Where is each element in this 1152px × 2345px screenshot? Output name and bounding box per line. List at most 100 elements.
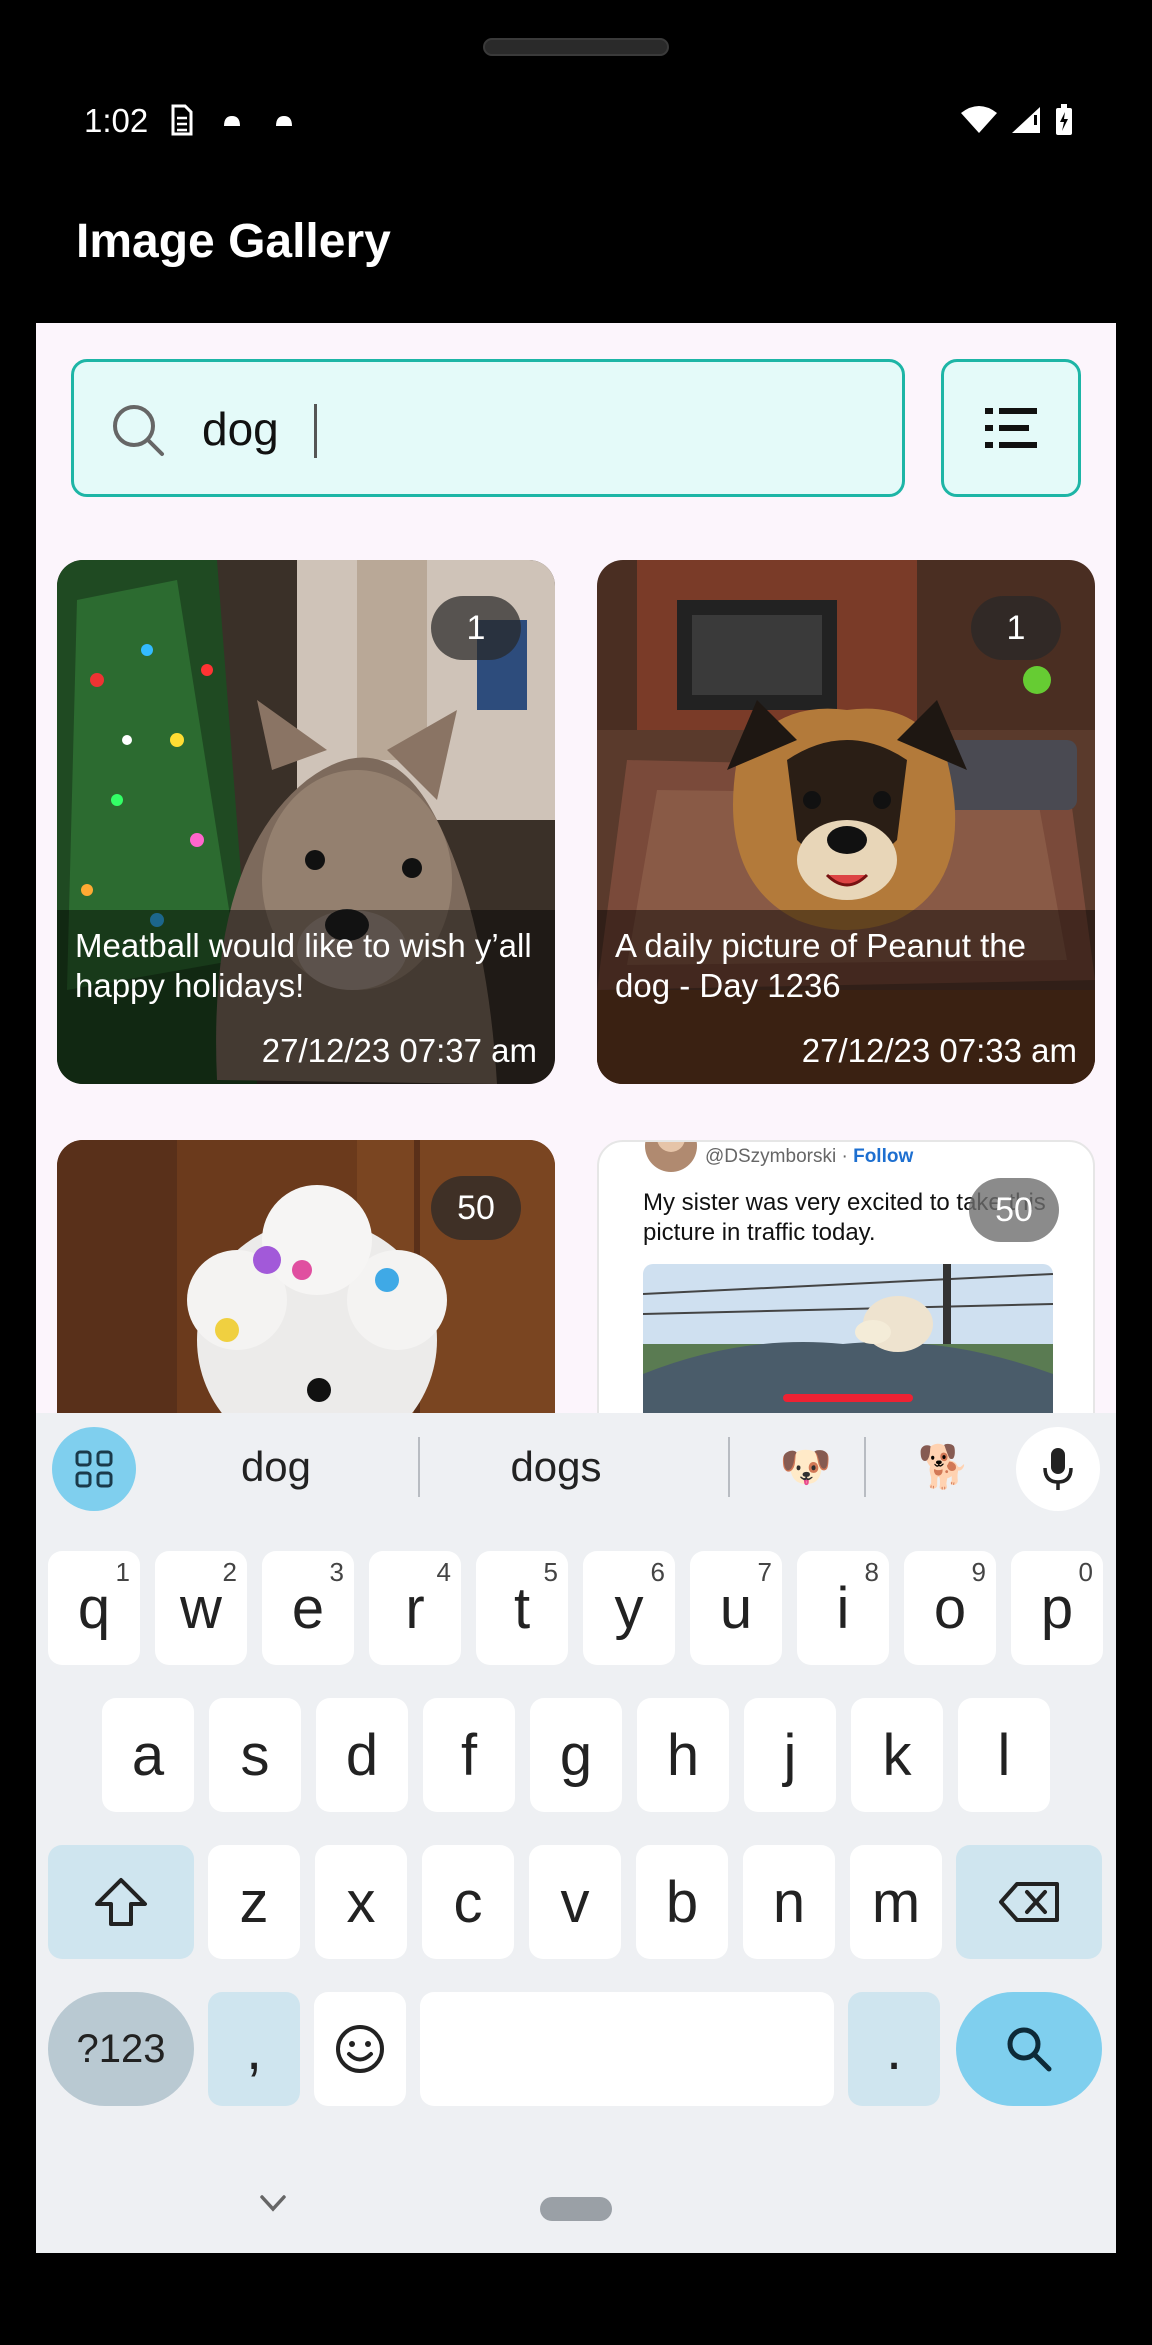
card-title: A daily picture of Peanut the dog - Day …: [615, 927, 1026, 1004]
key-y[interactable]: y6: [583, 1551, 675, 1665]
image-count-badge: 1: [431, 596, 521, 660]
key-m[interactable]: m: [850, 1845, 942, 1959]
key-label: u: [719, 1575, 753, 1641]
key-label: y: [614, 1575, 644, 1641]
key-u[interactable]: u7: [690, 1551, 782, 1665]
photo-car-dog: [643, 1264, 1053, 1424]
key-number-hint: 7: [757, 1557, 772, 1587]
key-t[interactable]: t5: [476, 1551, 568, 1665]
gallery-card[interactable]: 1 A daily picture of Peanut the dog - Da…: [597, 560, 1095, 1084]
key-n[interactable]: n: [743, 1845, 835, 1959]
image-count-badge: 50: [431, 1176, 521, 1240]
symbols-key[interactable]: ?123: [48, 1992, 194, 2106]
battery-icon: [1056, 104, 1072, 135]
key-b[interactable]: b: [636, 1845, 728, 1959]
key-d[interactable]: d: [316, 1698, 408, 1812]
period-key[interactable]: .: [848, 1992, 940, 2106]
apps-grid-button[interactable]: [52, 1427, 136, 1511]
key-c[interactable]: c: [422, 1845, 514, 1959]
key-label: i: [836, 1575, 850, 1641]
search-field[interactable]: [71, 359, 905, 497]
key-number-hint: 8: [864, 1557, 879, 1587]
card-date: 27/12/23 07:33 am: [801, 1032, 1077, 1069]
emoji-key[interactable]: [314, 1992, 406, 2106]
key-g[interactable]: g: [530, 1698, 622, 1812]
key-w[interactable]: w2: [155, 1551, 247, 1665]
emoji-icon: [336, 2025, 384, 2073]
list-icon: [985, 408, 1037, 448]
key-x[interactable]: x: [315, 1845, 407, 1959]
comma-key[interactable]: ,: [208, 1992, 300, 2106]
search-action-icon: [1007, 2027, 1052, 2072]
key-number-hint: 9: [971, 1557, 986, 1587]
suggestion-item[interactable]: dogs: [476, 1443, 636, 1491]
grid-icon: [75, 1450, 113, 1488]
status-time: 1:02: [84, 102, 149, 139]
device-frame: 1:02 Image Gallery dog 1 Meatball would …: [0, 0, 1152, 2345]
cloud-icon-2: [276, 116, 292, 126]
key-k[interactable]: k: [851, 1698, 943, 1812]
key-label: p: [1040, 1575, 1074, 1641]
key-f[interactable]: f: [423, 1698, 515, 1812]
view-toggle-button[interactable]: [941, 359, 1081, 497]
backspace-key[interactable]: [956, 1845, 1102, 1959]
key-number-hint: 1: [115, 1557, 130, 1587]
sim-icon: [171, 104, 193, 136]
key-number-hint: 6: [650, 1557, 665, 1587]
card-title: Meatball would like to wish y’all happy …: [75, 927, 532, 1004]
tweet-handle-row: @DSzymborski · Follow: [705, 1146, 913, 1168]
key-z[interactable]: z: [208, 1845, 300, 1959]
microphone-icon: [1043, 1448, 1073, 1490]
gallery-card[interactable]: 1 Meatball would like to wish y’all happ…: [57, 560, 555, 1084]
search-icon: [113, 405, 164, 456]
search-input[interactable]: [200, 392, 804, 466]
key-q[interactable]: q1: [48, 1551, 140, 1665]
hide-keyboard-icon[interactable]: [258, 2193, 288, 2215]
key-p[interactable]: p0: [1011, 1551, 1103, 1665]
shift-key[interactable]: [48, 1845, 194, 1959]
key-a[interactable]: a: [102, 1698, 194, 1812]
key-label: t: [513, 1575, 531, 1641]
key-number-hint: 4: [436, 1557, 451, 1587]
key-e[interactable]: e3: [262, 1551, 354, 1665]
image-count-badge: 1: [971, 596, 1061, 660]
suggestion-emoji[interactable]: 🐕: [894, 1443, 994, 1492]
space-bar[interactable]: [420, 1992, 834, 2106]
search-key[interactable]: [956, 1992, 1102, 2106]
key-label: r: [405, 1575, 425, 1641]
suggestion-emoji[interactable]: 🐶: [756, 1443, 856, 1492]
suggestion-divider: [728, 1437, 730, 1497]
earpiece-speaker: [483, 38, 669, 56]
voice-input-button[interactable]: [1016, 1427, 1100, 1511]
key-number-hint: 0: [1078, 1557, 1093, 1587]
tweet-avatar: [645, 1142, 697, 1172]
status-notification-icons: [168, 104, 298, 138]
key-label: q: [77, 1575, 111, 1641]
key-label: o: [933, 1575, 967, 1641]
key-s[interactable]: s: [209, 1698, 301, 1812]
suggestion-divider: [864, 1437, 866, 1497]
key-h[interactable]: h: [637, 1698, 729, 1812]
card-caption: A daily picture of Peanut the dog - Day …: [597, 910, 1095, 1084]
key-o[interactable]: o9: [904, 1551, 996, 1665]
gallery-screen: 1 Meatball would like to wish y’all happ…: [36, 323, 1116, 2253]
tweet-handle: @DSzymborski: [705, 1146, 837, 1167]
key-j[interactable]: j: [744, 1698, 836, 1812]
text-cursor: [314, 404, 317, 458]
cloud-icon: [224, 116, 240, 126]
signal-icon: [1012, 107, 1040, 133]
key-number-hint: 5: [543, 1557, 558, 1587]
key-number-hint: 3: [329, 1557, 344, 1587]
backspace-icon: [999, 1882, 1059, 1922]
home-gesture-pill[interactable]: [540, 2197, 612, 2221]
key-v[interactable]: v: [529, 1845, 621, 1959]
page-title: Image Gallery: [76, 215, 391, 268]
key-l[interactable]: l: [958, 1698, 1050, 1812]
wifi-icon: [961, 106, 997, 133]
tweet-follow-link[interactable]: Follow: [853, 1146, 913, 1167]
key-r[interactable]: r4: [369, 1551, 461, 1665]
card-caption: Meatball would like to wish y’all happy …: [57, 910, 555, 1084]
suggestion-item[interactable]: dog: [206, 1443, 346, 1491]
key-i[interactable]: i8: [797, 1551, 889, 1665]
key-label: w: [180, 1575, 222, 1641]
